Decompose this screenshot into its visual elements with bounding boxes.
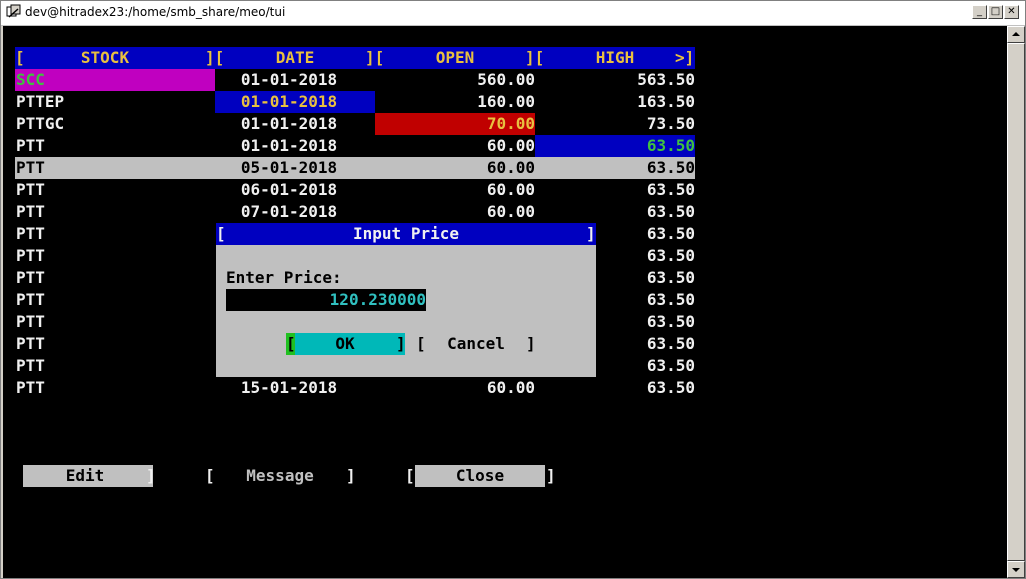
cell-high[interactable]: 63.50	[535, 201, 695, 223]
cell-stock[interactable]: PTT	[16, 245, 211, 267]
cell-stock[interactable]: PTT	[16, 333, 211, 355]
cell-stock[interactable]: PTT	[16, 135, 211, 157]
cell-date[interactable]: 01-01-2018	[215, 91, 375, 113]
enter-price-label: Enter Price:	[226, 268, 342, 287]
message-bracket: ]	[346, 466, 356, 485]
cell-date[interactable]: 06-01-2018	[215, 179, 375, 201]
terminal-app-icon	[6, 4, 21, 18]
header-bracket: ][	[525, 48, 545, 67]
message-button[interactable]: Message	[215, 465, 345, 487]
minimize-button[interactable]: _	[972, 5, 987, 19]
arrow-down-icon	[1012, 568, 1020, 572]
terminal-area: [ STOCK ][ DATE ][ OPEN ][ HIGH >] SCC 01…	[3, 26, 1007, 578]
cell-high[interactable]: 73.50	[535, 113, 695, 135]
cell-open[interactable]: 70.00	[375, 113, 535, 135]
cell-open[interactable]: 60.00	[375, 201, 535, 223]
arrow-up-icon	[1012, 32, 1020, 36]
scroll-up-button[interactable]	[1007, 26, 1025, 43]
dialog-title-bracket: [	[216, 224, 226, 243]
window-title: dev@hitradex23:/home/smb_share/meo/tui	[25, 5, 286, 19]
header-open[interactable]: OPEN	[385, 47, 525, 69]
header-high[interactable]: HIGH	[545, 47, 685, 69]
title-bar[interactable]: dev@hitradex23:/home/smb_share/meo/tui _…	[1, 1, 1025, 26]
cell-stock[interactable]: PTT	[16, 179, 211, 201]
cell-stock[interactable]: SCC	[16, 69, 211, 91]
cell-stock[interactable]: PTT	[16, 223, 211, 245]
cell-open[interactable]: 60.00	[375, 377, 535, 399]
close-bracket: ]	[546, 466, 556, 485]
cell-high[interactable]: 563.50	[535, 69, 695, 91]
ok-bracket: ]	[396, 334, 406, 353]
dialog-title-bracket: ]	[586, 224, 596, 243]
price-input[interactable]: 120.230000	[226, 289, 426, 311]
cell-stock[interactable]: PTT	[16, 377, 211, 399]
edit-button[interactable]: Edit	[25, 465, 145, 487]
header-stock[interactable]: STOCK	[25, 47, 185, 69]
cell-date[interactable]: 05-01-2018	[215, 157, 375, 179]
cell-open[interactable]: 60.00	[375, 135, 535, 157]
cell-open[interactable]: 560.00	[375, 69, 535, 91]
cell-date[interactable]: 01-01-2018	[215, 69, 375, 91]
cell-stock[interactable]: PTTEP	[16, 91, 211, 113]
ok-button[interactable]: OK	[295, 333, 395, 355]
cell-date[interactable]: 15-01-2018	[215, 377, 375, 399]
cell-high[interactable]: 63.50	[535, 377, 695, 399]
cell-stock[interactable]: PTT	[16, 157, 211, 179]
cell-stock[interactable]: PTT	[16, 289, 211, 311]
cell-stock[interactable]: PTT	[16, 267, 211, 289]
cell-high[interactable]: 163.50	[535, 91, 695, 113]
close-button[interactable]: Close	[415, 465, 545, 487]
cancel-bracket: [	[416, 334, 426, 353]
cell-open[interactable]: 60.00	[375, 157, 535, 179]
edit-bracket: [	[15, 466, 25, 485]
header-bracket: ][	[365, 48, 385, 67]
cell-high[interactable]: 63.50	[535, 157, 695, 179]
edit-bracket: ]	[146, 466, 156, 485]
dialog-title: Input Price	[353, 224, 459, 243]
header-bracket: ][	[205, 48, 225, 67]
cell-stock[interactable]: PTT	[16, 355, 211, 377]
cell-date[interactable]: 01-01-2018	[215, 113, 375, 135]
cancel-bracket: ]	[526, 334, 536, 353]
cell-stock[interactable]: PTTGC	[16, 113, 211, 135]
maximize-button[interactable]: □	[988, 5, 1003, 19]
message-bracket: [	[205, 466, 215, 485]
scroll-thumb[interactable]	[1007, 43, 1025, 561]
close-bracket: [	[405, 466, 415, 485]
scroll-down-button[interactable]	[1007, 561, 1025, 578]
header-scroll-right[interactable]: >]	[675, 47, 694, 69]
vertical-scrollbar[interactable]	[1007, 26, 1025, 578]
cell-stock[interactable]: PTT	[16, 201, 211, 223]
close-window-button[interactable]: ✕	[1004, 5, 1019, 19]
header-date[interactable]: DATE	[225, 47, 365, 69]
cell-high[interactable]: 63.50	[535, 179, 695, 201]
cell-high[interactable]: 63.50	[535, 135, 695, 157]
cell-open[interactable]: 60.00	[375, 179, 535, 201]
cell-stock[interactable]: PTT	[16, 311, 211, 333]
cell-date[interactable]: 07-01-2018	[215, 201, 375, 223]
cell-date[interactable]: 01-01-2018	[215, 135, 375, 157]
terminal-window: dev@hitradex23:/home/smb_share/meo/tui _…	[0, 0, 1026, 579]
cancel-button[interactable]: Cancel	[426, 333, 526, 355]
header-bracket: [	[15, 48, 25, 67]
cell-open[interactable]: 160.00	[375, 91, 535, 113]
